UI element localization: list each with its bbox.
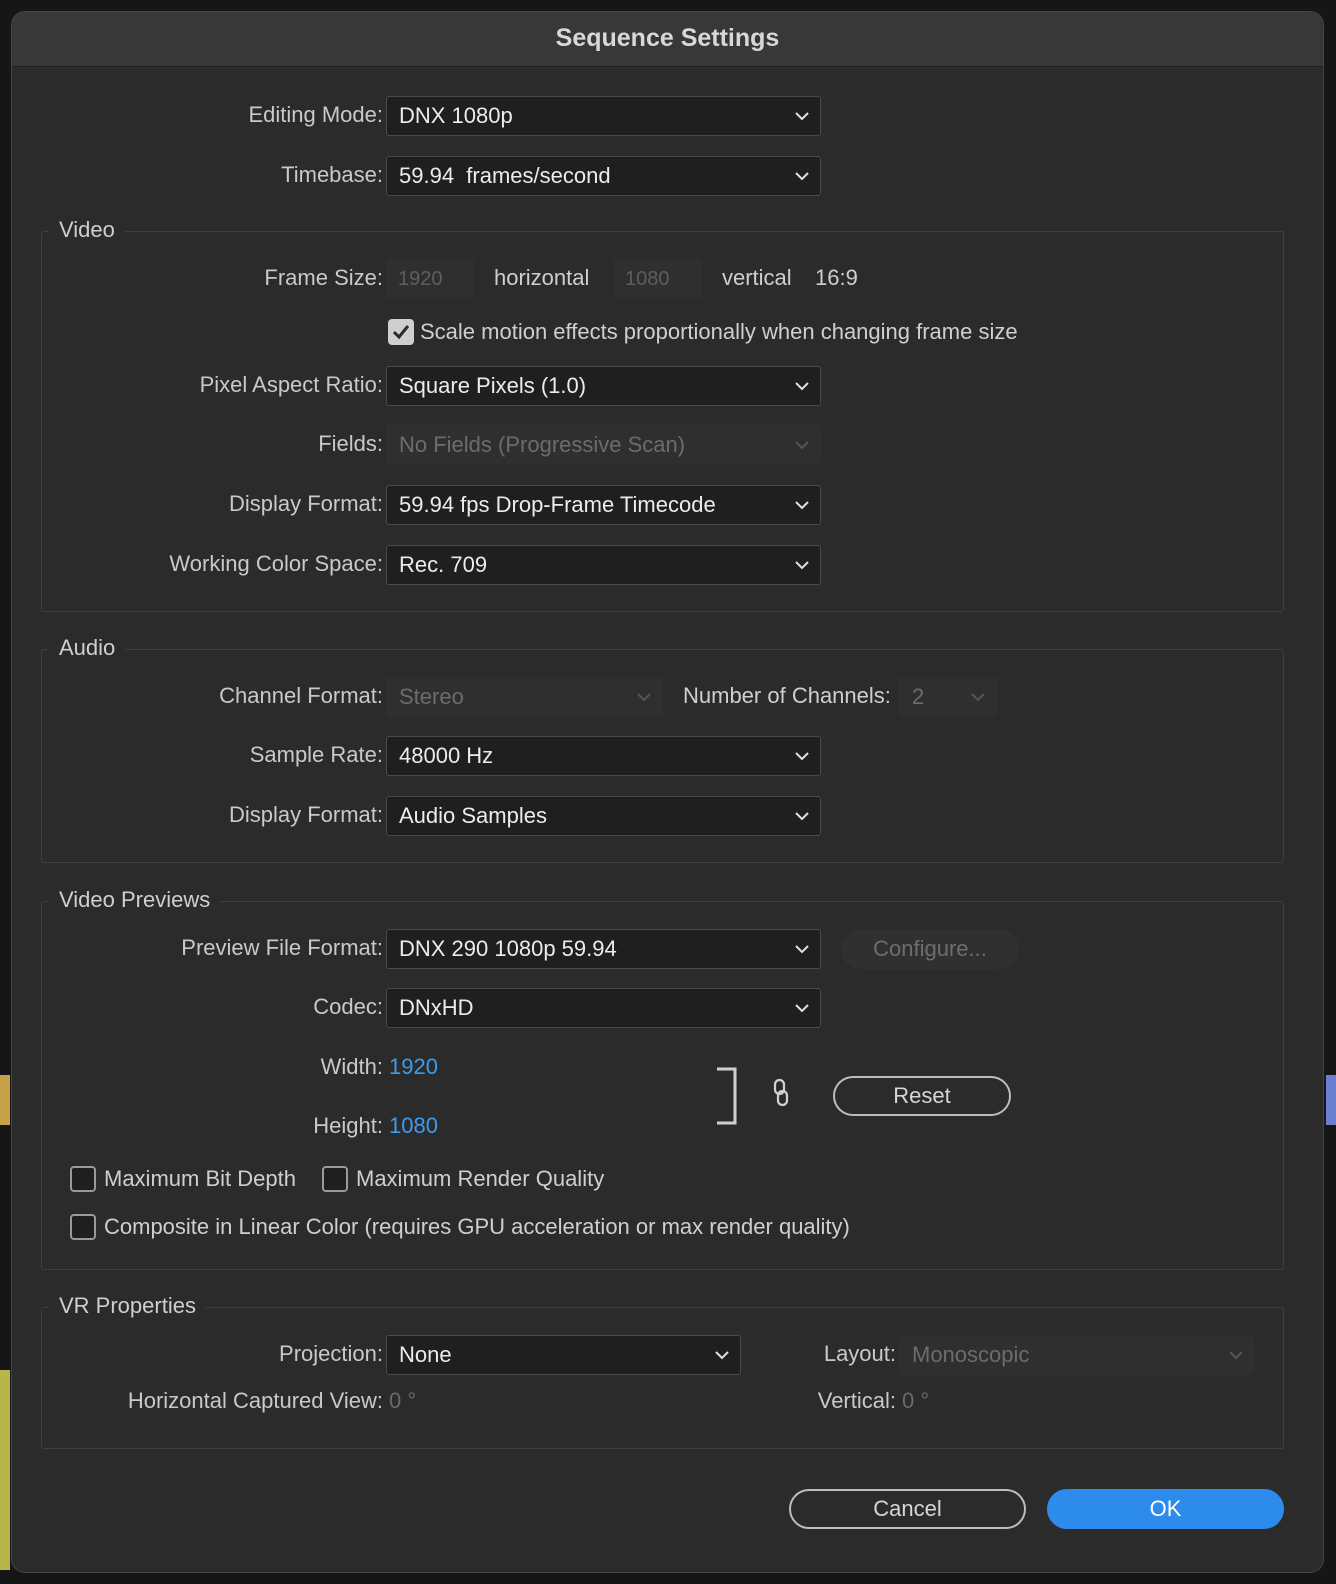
vertical-label: vertical [722,265,792,290]
background-timeline-right [1326,1075,1336,1125]
chevron-down-icon [1229,1351,1243,1360]
chevron-down-icon [795,752,809,761]
vr-properties-group-title: VR Properties [49,1292,206,1320]
fields-value: No Fields (Progressive Scan) [399,432,686,457]
linear-color-label: Composite in Linear Color (requires GPU … [104,1214,850,1239]
height-value[interactable]: 1080 [389,1112,438,1140]
video-display-format-label: Display Format: [228,491,383,516]
num-channels-dropdown: 2 [899,677,997,717]
layout-value: Monoscopic [912,1342,1030,1367]
dialog-title: Sequence Settings [12,12,1323,67]
fields-dropdown: No Fields (Progressive Scan) [386,425,821,465]
width-label: Width: [320,1054,383,1079]
preview-file-format-label: Preview File Format: [181,935,383,960]
timebase-label: Timebase: [281,162,383,187]
frame-height-field: 1080 [613,259,702,299]
timebase-dropdown[interactable]: 59.94 frames/second [386,156,821,196]
sample-rate-dropdown[interactable]: 48000 Hz [386,736,821,776]
projection-label: Projection: [279,1341,383,1366]
chevron-down-icon [795,382,809,391]
preview-file-format-value: DNX 290 1080p 59.94 [399,936,617,961]
linear-color-checkbox[interactable] [70,1214,96,1240]
pixel-aspect-label: Pixel Aspect Ratio: [199,372,383,397]
chevron-down-icon [795,172,809,181]
video-group-title: Video [49,216,125,244]
audio-display-format-label: Display Format: [228,802,383,827]
frame-width-field: 1920 [386,259,475,299]
num-channels-label: Number of Channels: [683,683,891,708]
chevron-down-icon [971,693,985,702]
background-timeline-left [0,1075,10,1125]
sample-rate-label: Sample Rate: [249,742,383,767]
pixel-aspect-value: Square Pixels (1.0) [399,373,587,398]
link-chain-icon[interactable] [772,1078,790,1108]
sequence-settings-dialog: Sequence Settings Editing Mode: DNX 1080… [11,11,1324,1573]
video-display-format-value: 59.94 fps Drop-Frame Timecode [399,492,716,517]
fields-label: Fields: [318,431,383,456]
height-label: Height: [313,1113,383,1138]
layout-label: Layout: [823,1341,896,1366]
preview-file-format-dropdown[interactable]: DNX 290 1080p 59.94 [386,929,821,969]
configure-button: Configure... [841,929,1019,969]
projection-value: None [399,1342,452,1367]
horizontal-label: horizontal [494,265,590,290]
color-space-value: Rec. 709 [399,552,488,577]
chevron-down-icon [795,812,809,821]
num-channels-value: 2 [912,684,925,709]
editing-mode-dropdown[interactable]: DNX 1080p [386,96,821,136]
ok-button[interactable]: OK [1047,1489,1284,1529]
video-previews-group-title: Video Previews [49,886,221,914]
audio-group-title: Audio [49,634,126,662]
chevron-down-icon [795,561,809,570]
codec-label: Codec: [313,994,383,1019]
chevron-down-icon [795,112,809,121]
reset-button[interactable]: Reset [833,1076,1011,1116]
aspect-ratio-text: 16:9 [815,265,858,290]
frame-size-label: Frame Size: [264,265,383,290]
projection-dropdown[interactable]: None [386,1335,741,1375]
max-bit-depth-label: Maximum Bit Depth [104,1166,296,1191]
max-bit-depth-checkbox[interactable] [70,1166,96,1192]
chevron-down-icon [795,441,809,450]
channel-format-label: Channel Format: [219,683,383,708]
bracket-icon [717,1067,737,1125]
horizontal-captured-view-label: Horizontal Captured View: [127,1388,383,1413]
chevron-down-icon [795,1004,809,1013]
max-render-quality-label: Maximum Render Quality [356,1166,605,1191]
horizontal-captured-view-value: 0 ° [389,1388,417,1413]
color-space-dropdown[interactable]: Rec. 709 [386,545,821,585]
max-render-quality-checkbox[interactable] [322,1166,348,1192]
timebase-value: 59.94 frames/second [399,163,611,188]
video-display-format-dropdown[interactable]: 59.94 fps Drop-Frame Timecode [386,485,821,525]
scale-motion-checkbox[interactable] [388,319,414,345]
channel-format-dropdown: Stereo [386,677,663,717]
layout-dropdown: Monoscopic [899,1335,1255,1375]
chevron-down-icon [795,501,809,510]
vr-vertical-value: 0 ° [902,1388,930,1413]
audio-display-format-value: Audio Samples [399,803,547,828]
chevron-down-icon [637,693,651,702]
vr-vertical-label: Vertical: [817,1388,896,1413]
color-space-label: Working Color Space: [169,551,383,576]
chevron-down-icon [795,945,809,954]
editing-mode-value: DNX 1080p [399,103,513,128]
vr-properties-group [41,1307,1284,1449]
channel-format-value: Stereo [399,684,464,709]
width-value[interactable]: 1920 [389,1053,438,1081]
scale-motion-label: Scale motion effects proportionally when… [420,319,1018,344]
sample-rate-value: 48000 Hz [399,743,494,768]
audio-display-format-dropdown[interactable]: Audio Samples [386,796,821,836]
pixel-aspect-dropdown[interactable]: Square Pixels (1.0) [386,366,821,406]
editing-mode-label: Editing Mode: [248,102,383,127]
codec-value: DNxHD [399,995,474,1020]
background-timeline-left-2 [0,1370,10,1570]
chevron-down-icon [715,1351,729,1360]
codec-dropdown[interactable]: DNxHD [386,988,821,1028]
checkmark-icon [392,325,410,340]
cancel-button[interactable]: Cancel [789,1489,1026,1529]
